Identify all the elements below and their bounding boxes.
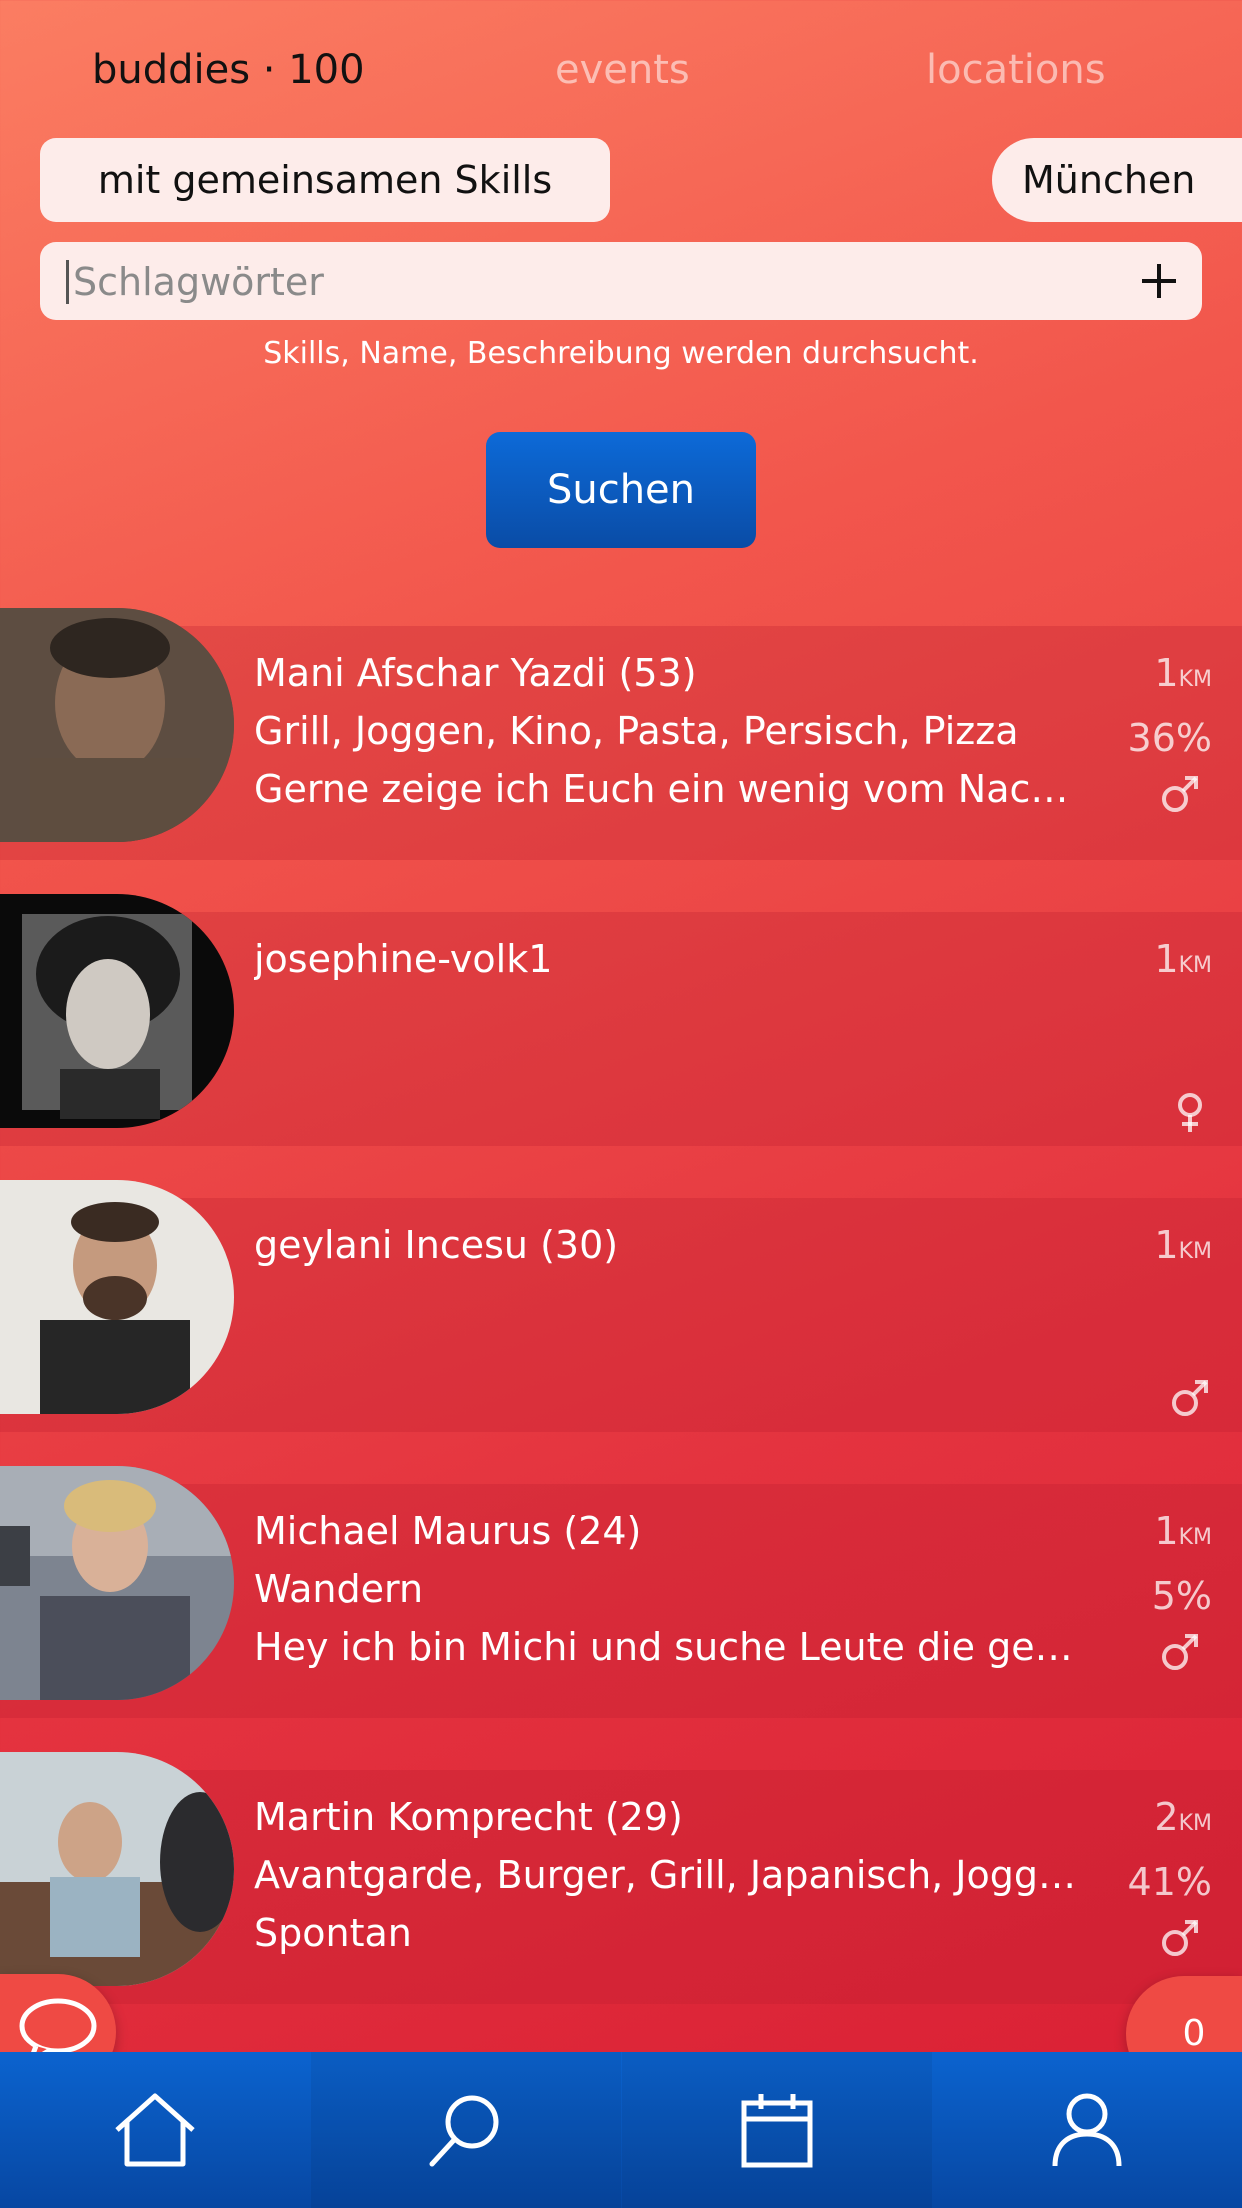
buddy-description: Gerne zeige ich Euch ein wenig vom Nacht… [254, 767, 1084, 811]
buddy-name: Michael Maurus (24) [254, 1509, 642, 1553]
distance-unit: KM [1178, 953, 1212, 978]
distance-unit: KM [1178, 1811, 1212, 1836]
buddy-name: Mani Afschar Yazdi (53) [254, 651, 697, 695]
nav-calendar[interactable] [622, 2052, 932, 2208]
tab-locations[interactable]: locations [926, 40, 1106, 100]
user-icon [1052, 2093, 1122, 2167]
tab-buddies[interactable]: buddies · 100 [92, 40, 365, 100]
search-button[interactable]: Suchen [486, 432, 756, 548]
distance-value: 2 [1154, 1795, 1179, 1839]
buddy-name: geylani Incesu (30) [254, 1223, 619, 1267]
search-hint: Skills, Name, Beschreibung werden durchs… [263, 336, 979, 371]
nav-home[interactable] [0, 2052, 310, 2208]
city-filter-button[interactable]: München [992, 138, 1242, 222]
distance-value: 1 [1154, 1223, 1179, 1267]
buddy-distance: 1KM [1072, 644, 1212, 709]
distance-unit: KM [1178, 1525, 1212, 1550]
distance-unit: KM [1178, 1239, 1212, 1264]
male-icon [1162, 1920, 1198, 1956]
buddy-match: 41% [1127, 1860, 1212, 1904]
female-icon [1178, 1093, 1202, 1132]
buddy-skills: Avantgarde, Burger, Grill, Japanisch, Jo… [254, 1853, 1084, 1897]
avatar[interactable] [0, 894, 234, 1128]
male-icon [1162, 776, 1198, 812]
distance-value: 1 [1154, 937, 1179, 981]
buddy-skills: Wandern [254, 1567, 424, 1611]
buddy-card[interactable]: Michael Maurus (24) Wandern Hey ich bin … [0, 1466, 1242, 1718]
buddy-distance: 1KM [1072, 1216, 1212, 1281]
avatar[interactable] [0, 1752, 234, 1986]
distance-value: 1 [1154, 1509, 1179, 1553]
buddy-distance: 2KM [1072, 1788, 1212, 1853]
top-tabs: buddies · 100 events locations [0, 40, 1242, 100]
buddy-match: 5% [1151, 1574, 1212, 1618]
buddy-card[interactable]: Martin Komprecht (29) Avantgarde, Burger… [0, 1752, 1242, 2004]
male-icon [1162, 1634, 1198, 1670]
buddy-description: Hey ich bin Michi und suche Leute die ge… [254, 1625, 1084, 1669]
avatar[interactable] [0, 1466, 234, 1700]
tab-events[interactable]: events [555, 40, 690, 100]
calendar-icon [741, 2094, 813, 2168]
buddy-description: Spontan [254, 1911, 412, 1955]
male-icon [1172, 1380, 1208, 1416]
buddy-card[interactable]: Mani Afschar Yazdi (53) Grill, Joggen, K… [0, 608, 1242, 860]
bottom-nav [0, 2052, 1242, 2208]
distance-value: 1 [1154, 651, 1179, 695]
nav-profile[interactable] [932, 2052, 1242, 2208]
home-icon [115, 2093, 195, 2167]
buddy-card[interactable]: josephine-volk1 1KM [0, 894, 1242, 1146]
avatar[interactable] [0, 608, 234, 842]
buddy-name: Martin Komprecht (29) [254, 1795, 683, 1839]
keyword-search-field [40, 242, 1202, 320]
search-icon [429, 2095, 499, 2167]
keyword-input[interactable] [66, 260, 1086, 304]
plus-icon[interactable] [1134, 256, 1184, 306]
buddy-name: josephine-volk1 [254, 937, 553, 981]
buddy-match: 36% [1127, 716, 1212, 760]
nav-search[interactable] [311, 2052, 621, 2208]
buddy-card[interactable]: geylani Incesu (30) 1KM [0, 1180, 1242, 1432]
buddy-skills: Grill, Joggen, Kino, Pasta, Persisch, Pi… [254, 709, 1019, 753]
buddy-distance: 1KM [1072, 930, 1212, 995]
distance-unit: KM [1178, 667, 1212, 692]
avatar[interactable] [0, 1180, 234, 1414]
skills-filter-button[interactable]: mit gemeinsamen Skills [40, 138, 610, 222]
buddy-distance: 1KM [1072, 1502, 1212, 1567]
